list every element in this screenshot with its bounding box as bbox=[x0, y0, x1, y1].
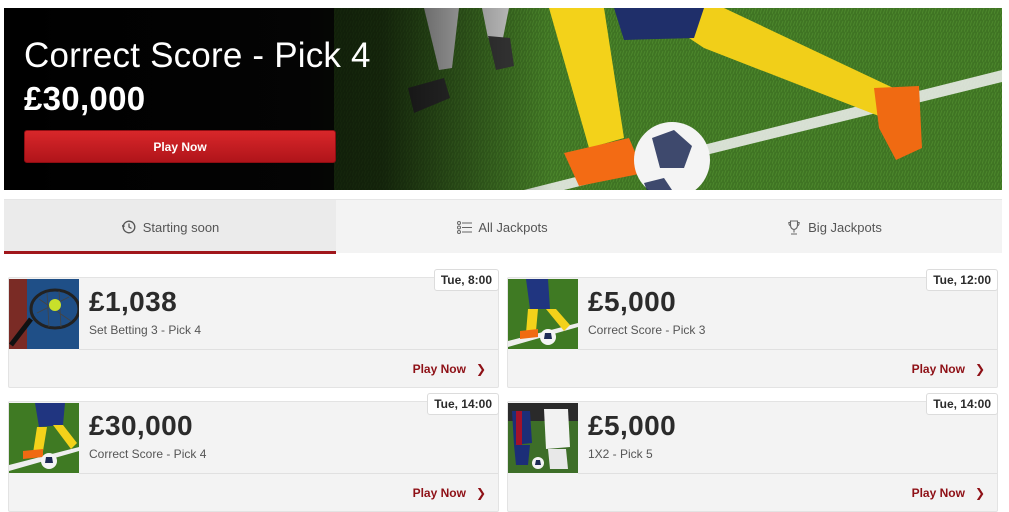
play-now-label: Play Now bbox=[911, 486, 965, 500]
chevron-right-icon: ❯ bbox=[974, 362, 985, 376]
jackpot-card[interactable]: £1,038 Set Betting 3 - Pick 4 Tue, 8:00 … bbox=[8, 269, 499, 388]
football-thumbnail bbox=[508, 279, 578, 349]
hero-play-now-button[interactable]: Play Now bbox=[24, 130, 336, 163]
football-players-thumbnail bbox=[508, 403, 578, 473]
football-thumbnail bbox=[9, 403, 79, 473]
jackpot-game-name: Correct Score - Pick 4 bbox=[89, 447, 207, 461]
hero-title: Correct Score - Pick 4 bbox=[24, 36, 371, 75]
hero-jackpot-amount: £30,000 bbox=[24, 80, 146, 117]
jackpot-amount: £5,000 bbox=[588, 286, 677, 317]
jackpot-amount: £1,038 bbox=[89, 286, 178, 317]
play-now-link[interactable]: Play Now ❯ bbox=[912, 486, 985, 500]
play-now-label: Play Now bbox=[412, 486, 466, 500]
jackpot-start-time: Tue, 12:00 bbox=[926, 269, 998, 291]
jackpot-amount: £5,000 bbox=[588, 410, 677, 441]
card-divider bbox=[578, 473, 997, 474]
play-now-label: Play Now bbox=[911, 362, 965, 376]
hero-banner: Correct Score - Pick 4 £30,000 Play Now bbox=[4, 8, 1002, 190]
play-now-link[interactable]: Play Now ❯ bbox=[413, 362, 486, 376]
jackpot-start-time: Tue, 14:00 bbox=[427, 393, 499, 415]
tab-all-jackpots[interactable]: All Jackpots bbox=[336, 200, 668, 254]
jackpot-game-name: 1X2 - Pick 5 bbox=[588, 447, 653, 461]
clock-icon bbox=[121, 219, 137, 235]
play-now-link[interactable]: Play Now ❯ bbox=[413, 486, 486, 500]
trophy-icon bbox=[786, 219, 802, 235]
jackpot-start-time: Tue, 14:00 bbox=[926, 393, 998, 415]
play-now-link[interactable]: Play Now ❯ bbox=[912, 362, 985, 376]
jackpot-card[interactable]: £5,000 Correct Score - Pick 3 Tue, 12:00… bbox=[507, 269, 998, 388]
tab-label: Starting soon bbox=[142, 219, 220, 235]
jackpot-start-time: Tue, 8:00 bbox=[433, 269, 499, 291]
jackpot-card[interactable]: £30,000 Correct Score - Pick 4 Tue, 14:0… bbox=[8, 393, 499, 512]
jackpot-card[interactable]: £5,000 1X2 - Pick 5 Tue, 14:00 Play Now ❯ bbox=[507, 393, 998, 512]
card-divider bbox=[79, 349, 498, 350]
chevron-right-icon: ❯ bbox=[475, 486, 486, 500]
tab-label: All Jackpots bbox=[478, 219, 548, 235]
jackpot-game-name: Correct Score - Pick 3 bbox=[588, 323, 706, 337]
tab-starting-soon[interactable]: Starting soon bbox=[4, 200, 336, 254]
card-divider bbox=[578, 349, 997, 350]
chevron-right-icon: ❯ bbox=[475, 362, 486, 376]
tennis-thumbnail bbox=[9, 279, 79, 349]
tab-big-jackpots[interactable]: Big Jackpots bbox=[668, 200, 1000, 254]
jackpot-tabs: Starting soon All Jackpots Big Jackpots bbox=[4, 199, 1002, 254]
tab-label: Big Jackpots bbox=[808, 219, 882, 235]
list-icon bbox=[456, 219, 472, 235]
play-now-label: Play Now bbox=[412, 362, 466, 376]
card-divider bbox=[79, 473, 498, 474]
jackpot-game-name: Set Betting 3 - Pick 4 bbox=[89, 323, 202, 337]
jackpot-amount: £30,000 bbox=[89, 410, 194, 441]
chevron-right-icon: ❯ bbox=[974, 486, 985, 500]
